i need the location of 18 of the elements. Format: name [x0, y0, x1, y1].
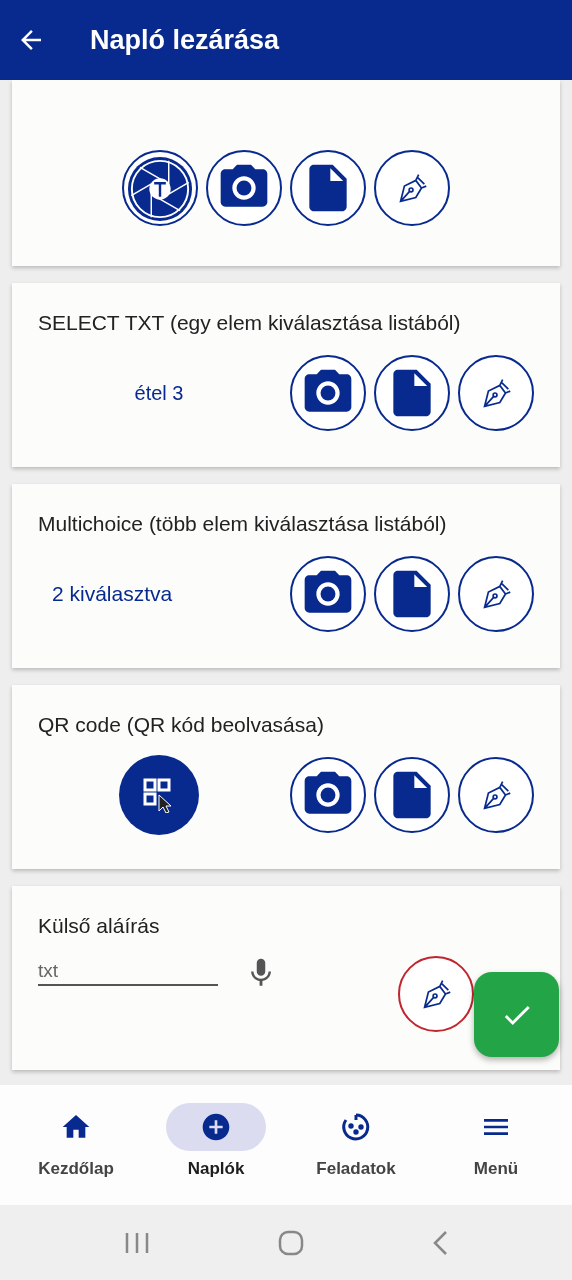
field-title: QR code (QR kód beolvasása): [38, 712, 325, 738]
home-button-icon[interactable]: [278, 1229, 304, 1256]
nav-tab[interactable]: Feladatok: [286, 1085, 426, 1205]
page-title: Napló lezárása: [90, 24, 280, 56]
timer-icon: [341, 1112, 371, 1142]
nav-tab[interactable]: Naplók: [146, 1085, 286, 1205]
recent-apps-icon[interactable]: [124, 1231, 150, 1254]
field-title: Multichoice (több elem kiválasztása listából): [38, 511, 448, 537]
nav-tab[interactable]: Menü: [426, 1085, 566, 1205]
aperture-icon: [127, 155, 193, 223]
text-input-field[interactable]: txt: [38, 960, 218, 986]
selected-value[interactable]: 2 kiválasztva: [52, 582, 173, 606]
field-title: SELECT TXT (egy elem kiválasztása listából): [38, 310, 462, 336]
field-title: Külső aláírás: [38, 913, 161, 939]
add-icon: [200, 1111, 232, 1143]
nav-tab[interactable]: Kezdőlap: [6, 1085, 146, 1205]
back-nav-icon[interactable]: [432, 1229, 448, 1256]
selected-value[interactable]: étel 3: [134, 381, 184, 405]
